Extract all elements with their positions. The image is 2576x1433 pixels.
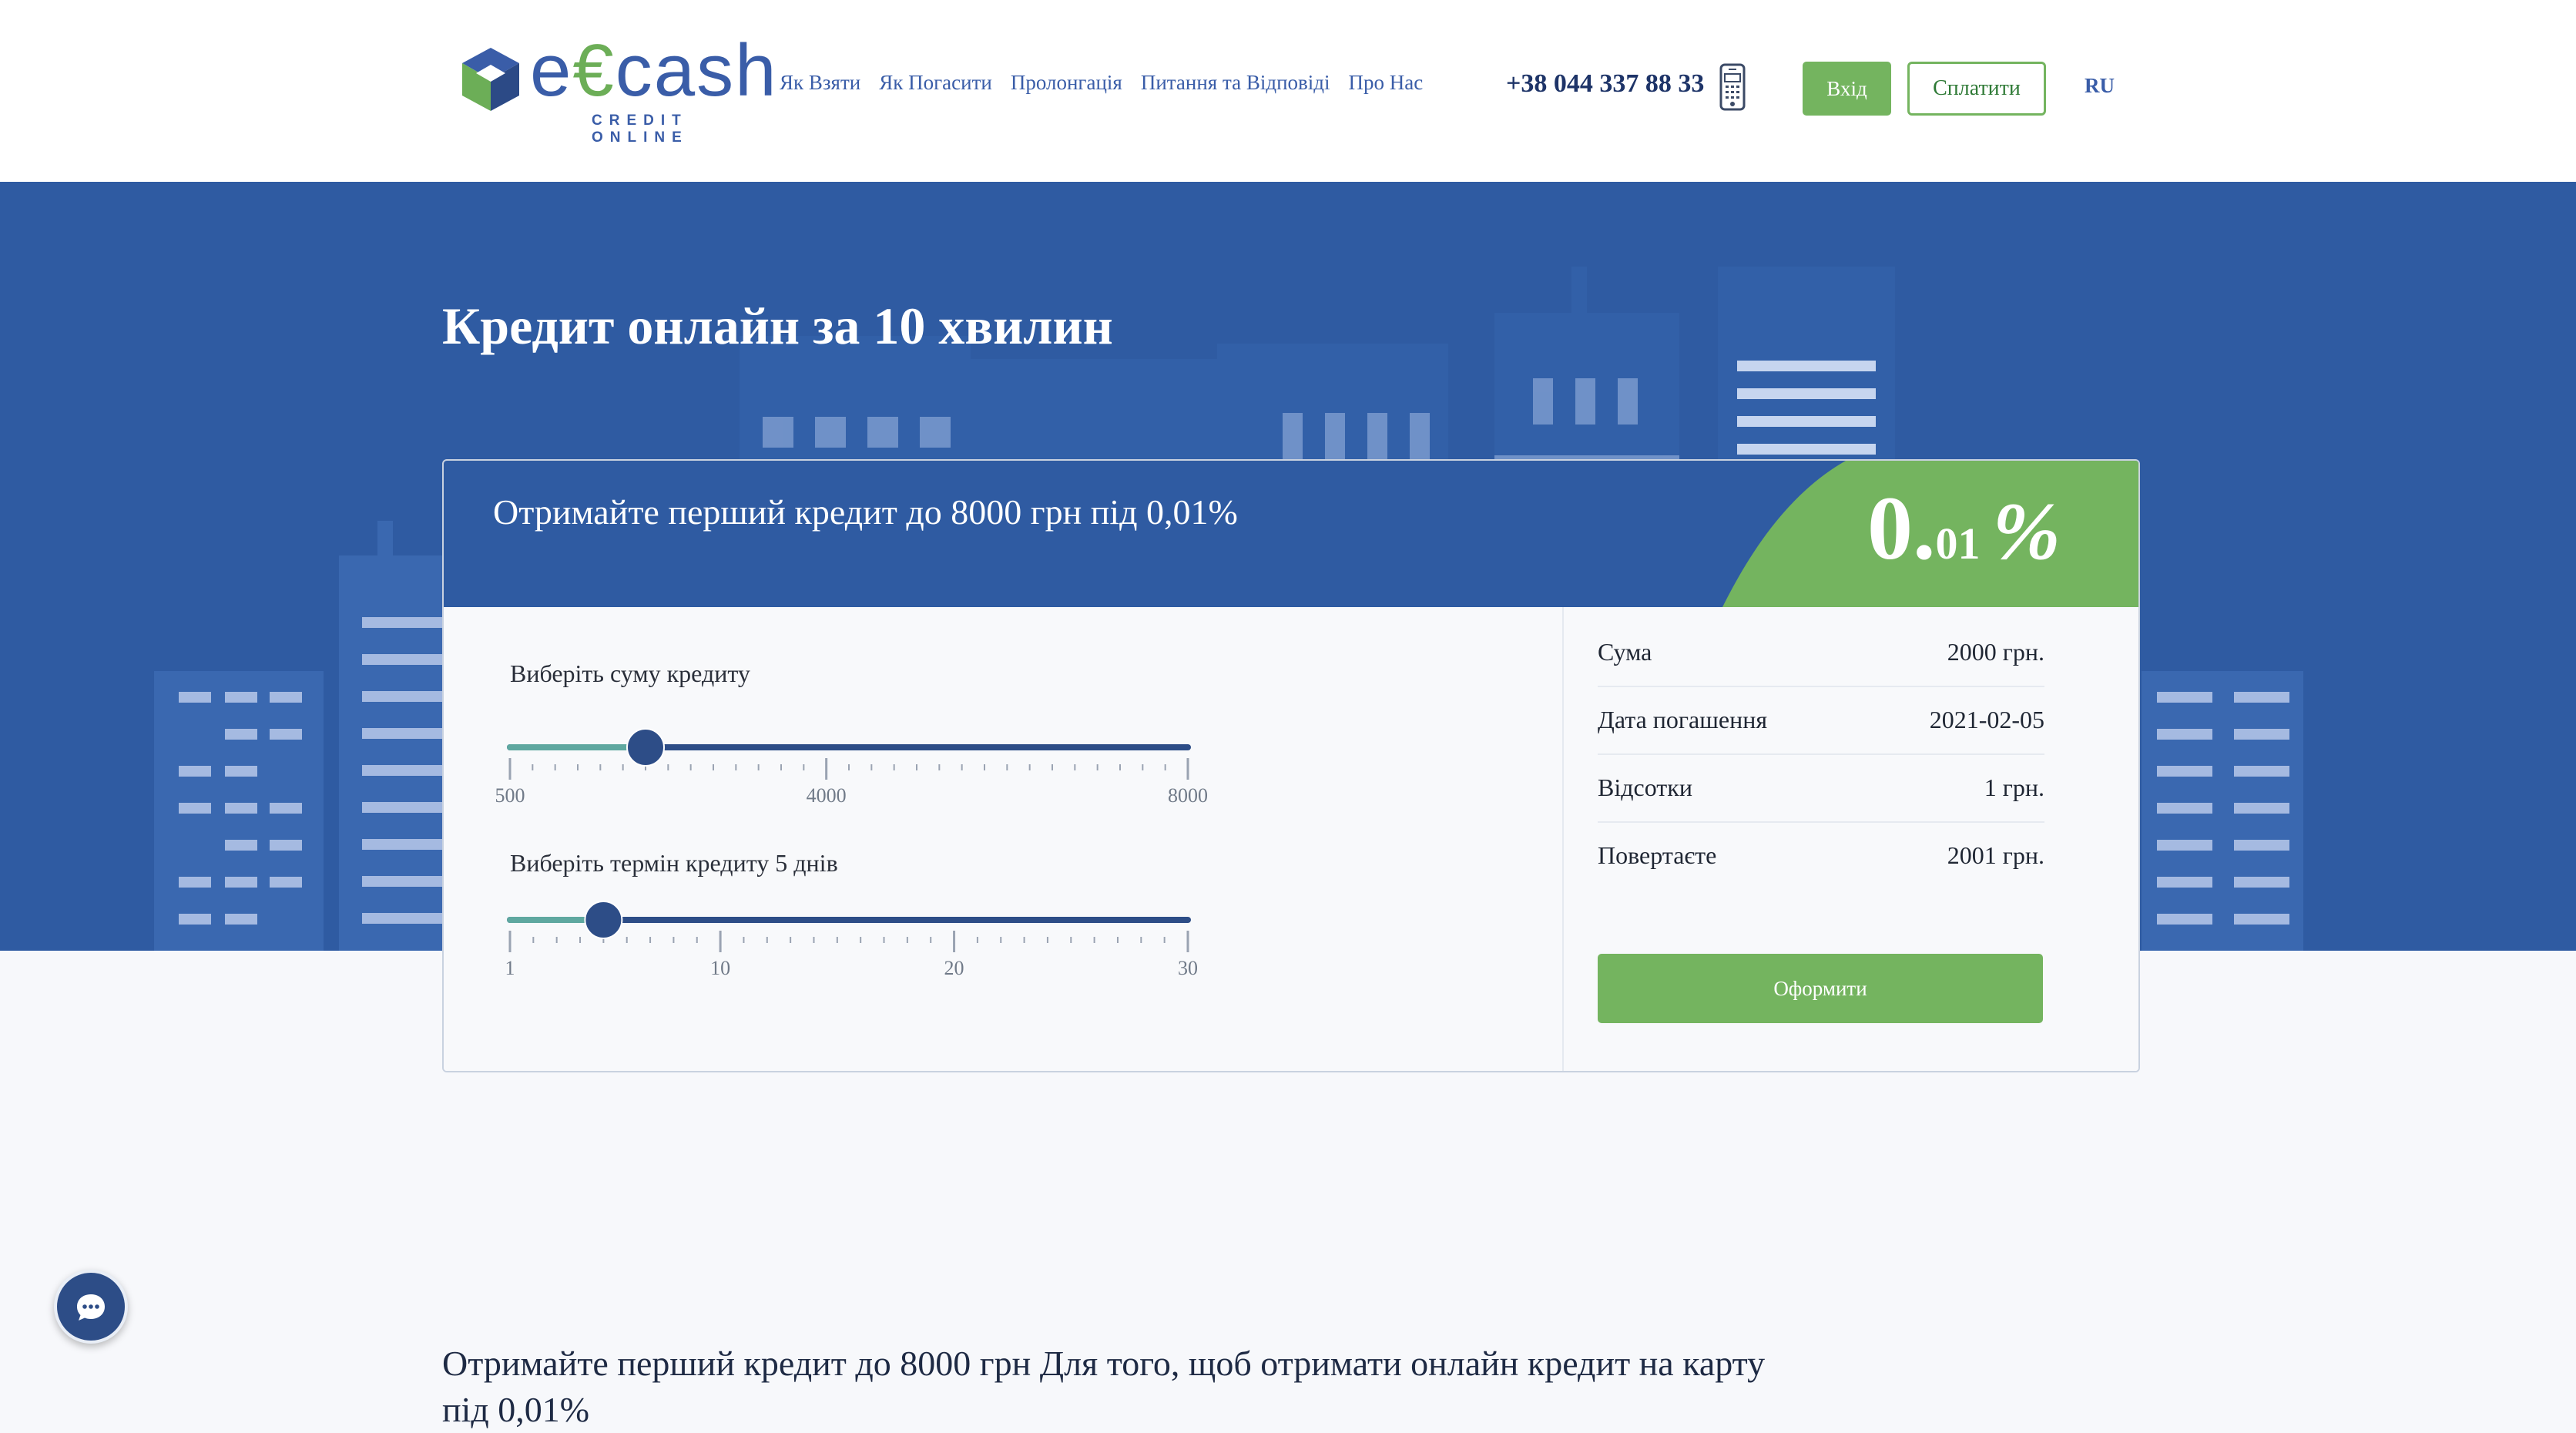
- rate-decimal: 01: [1935, 518, 1981, 569]
- pay-button[interactable]: Сплатити: [1907, 62, 2046, 116]
- calculator-sliders: Виберіть суму кредиту 500 4000 8000 Вибері…: [444, 607, 1562, 1071]
- main-nav: Як Взяти Як Погасити Пролонгація Питання…: [780, 71, 1423, 95]
- summary-row-interest: Відсотки 1 грн.: [1598, 753, 2044, 823]
- term-slider-tick-label: 1: [505, 957, 515, 979]
- amount-slider-tick-label: 500: [495, 784, 525, 807]
- logo-subtitle: CREDIT ONLINE: [592, 112, 689, 146]
- amount-slider[interactable]: 500 4000 8000: [495, 724, 1208, 807]
- phone-number[interactable]: +38 044 337 88 33: [1506, 69, 1704, 99]
- amount-slider-tick-label: 4000: [806, 784, 847, 807]
- summary-value: 2021-02-05: [1929, 706, 2044, 733]
- hero-title: Кредит онлайн за 10 хвилин: [442, 297, 1113, 355]
- amount-slider-label: Виберіть суму кредиту: [510, 659, 750, 687]
- rate-badge: 0.01%: [1867, 476, 2061, 581]
- calculator-headline: Отримайте перший кредит до 8000 грн під …: [493, 492, 1238, 532]
- intro-paragraph: Отримайте перший кредит до 8000 грн Для …: [442, 1344, 1766, 1429]
- term-slider-tick-label: 30: [1178, 957, 1198, 979]
- nav-how-to-repay[interactable]: Як Погасити: [879, 71, 992, 95]
- summary-key: Сума: [1598, 638, 1652, 666]
- term-slider-track-svg: [507, 901, 1191, 952]
- summary-row-due-date: Дата погашення 2021-02-05: [1598, 686, 2044, 755]
- term-slider-knob[interactable]: [584, 901, 623, 939]
- cube-logo-icon: [462, 48, 519, 111]
- summary-value: 2001 грн.: [1947, 841, 2044, 869]
- summary-row-sum: Сума 2000 грн.: [1598, 618, 2044, 687]
- term-slider-tick-label: 20: [944, 957, 964, 979]
- calculator-header: Отримайте перший кредит до 8000 грн під …: [444, 461, 2138, 607]
- summary-key: Дата погашення: [1598, 706, 1768, 733]
- ecash-logo[interactable]: e€cash CREDIT ONLINE: [462, 34, 776, 146]
- mobile-phone-icon: [1719, 63, 1746, 111]
- logo-euro: €: [572, 29, 615, 112]
- summary-value: 1 грн.: [1984, 774, 2044, 801]
- term-slider-tick-label: 10: [710, 957, 731, 979]
- chat-bubble-icon: [77, 1294, 105, 1321]
- rate-percent: %: [1992, 486, 2061, 576]
- logo-wordmark: e€cash: [530, 29, 778, 112]
- summary-key: Повертаєте: [1598, 841, 1717, 869]
- loan-calculator: Отримайте перший кредит до 8000 грн під …: [442, 459, 2140, 1072]
- nav-faq[interactable]: Питання та Відповіді: [1141, 71, 1330, 95]
- login-button[interactable]: Вхід: [1803, 62, 1891, 116]
- language-switch-ru[interactable]: RU: [2085, 74, 2115, 98]
- nav-how-to-take[interactable]: Як Взяти: [780, 71, 860, 95]
- apply-button[interactable]: Оформити: [1598, 954, 2043, 1023]
- term-slider[interactable]: 1 10 20 30: [505, 897, 1198, 979]
- amount-slider-tick-label: 8000: [1168, 784, 1208, 807]
- nav-about[interactable]: Про Нас: [1349, 71, 1424, 95]
- chat-widget-button[interactable]: [54, 1270, 128, 1344]
- nav-prolongation[interactable]: Пролонгація: [1011, 71, 1122, 95]
- summary-key: Відсотки: [1598, 774, 1692, 801]
- rate-integer: 0.: [1867, 478, 1936, 579]
- summary-row-total: Повертаєте 2001 грн.: [1598, 821, 2044, 889]
- amount-slider-knob[interactable]: [626, 728, 665, 767]
- term-slider-label: Виберіть термін кредиту 5 днів: [510, 849, 838, 877]
- summary-value: 2000 грн.: [1947, 638, 2044, 666]
- calculator-summary: Сума 2000 грн. Дата погашення 2021-02-05…: [1562, 607, 2138, 1071]
- amount-slider-track-svg: [507, 728, 1191, 780]
- site-header: e€cash CREDIT ONLINE Як Взяти Як Погасит…: [0, 0, 2576, 182]
